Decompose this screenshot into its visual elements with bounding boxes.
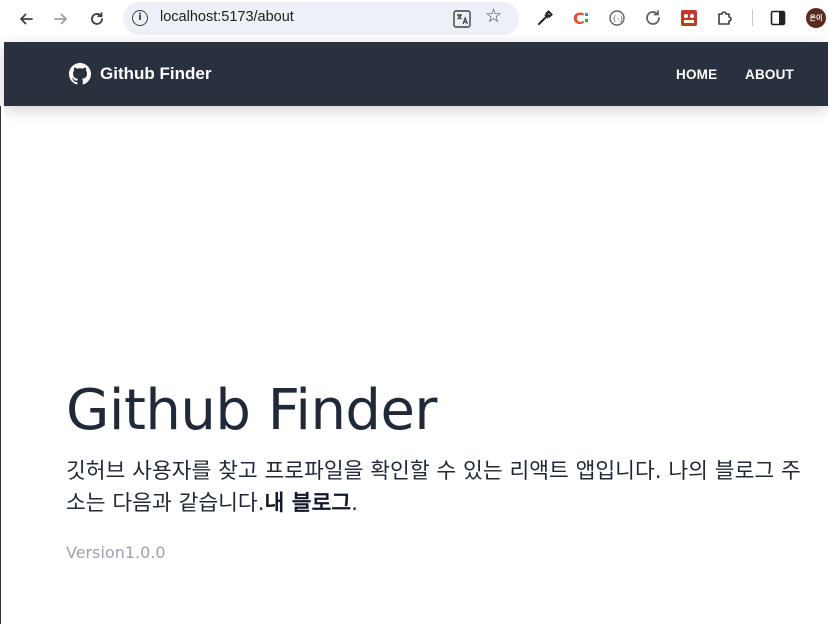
info-icon[interactable]: i xyxy=(132,10,148,26)
forward-arrow-icon[interactable] xyxy=(49,7,73,31)
svg-text:{-}: {-} xyxy=(612,15,623,23)
browser-toolbar: i localhost:5173/about ☆ C {-} 은이 xyxy=(0,0,828,42)
description-trailing: . xyxy=(351,491,358,516)
devtools-extension-icon[interactable]: {-} xyxy=(606,7,628,29)
react-devtools-icon[interactable] xyxy=(678,7,700,29)
page-description: 깃허브 사용자를 찾고 프로파일을 확인할 수 있는 리액트 앱입니다. 나의 … xyxy=(66,456,816,520)
brand[interactable]: Github Finder xyxy=(69,63,211,85)
eyedropper-icon[interactable] xyxy=(534,7,556,29)
github-icon xyxy=(69,63,91,85)
side-panel-icon[interactable] xyxy=(767,7,789,29)
extensions-puzzle-icon[interactable] xyxy=(714,7,736,29)
back-arrow-icon[interactable] xyxy=(14,7,38,31)
nav-link-about[interactable]: ABOUT xyxy=(745,67,794,82)
svg-text:C: C xyxy=(573,9,585,27)
star-icon[interactable]: ☆ xyxy=(485,7,502,26)
color-picker-extension-icon[interactable]: C xyxy=(570,7,592,29)
nav-link-home[interactable]: HOME xyxy=(676,67,717,82)
version-label: Version1.0.0 xyxy=(66,543,166,562)
reload-icon[interactable] xyxy=(85,7,109,31)
brand-title: Github Finder xyxy=(100,64,212,83)
blog-link[interactable]: 내 블로그 xyxy=(265,491,352,516)
description-text: 깃허브 사용자를 찾고 프로파일을 확인할 수 있는 리액트 앱입니다. 나의 … xyxy=(66,459,801,516)
page-edge xyxy=(0,106,4,624)
refresh-extension-icon[interactable] xyxy=(642,7,664,29)
translate-icon[interactable] xyxy=(453,10,471,28)
page-title: Github Finder xyxy=(66,378,437,443)
app-navbar: Github Finder HOME ABOUT xyxy=(4,42,828,106)
profile-avatar[interactable]: 은이 xyxy=(806,8,826,28)
address-bar[interactable]: i localhost:5173/about ☆ xyxy=(123,2,519,35)
toolbar-separator xyxy=(752,10,753,26)
url-text[interactable]: localhost:5173/about xyxy=(160,9,294,25)
